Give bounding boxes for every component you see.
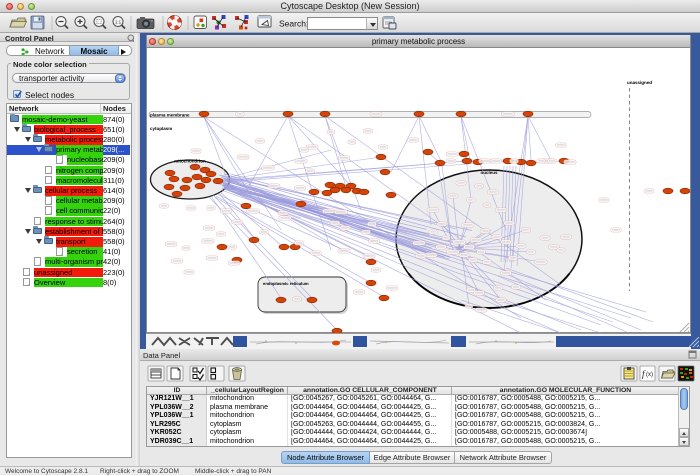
svg-text:Search:: Search: <box>279 19 308 29</box>
svg-text:mitochondrion: mitochondrion <box>174 159 206 164</box>
svg-text:cytoplasm: cytoplasm <box>150 126 172 131</box>
svg-text:unassigned: unassigned <box>627 80 652 85</box>
svg-text:nucleus: nucleus <box>480 170 498 175</box>
svg-text:plasma membrane: plasma membrane <box>150 112 190 117</box>
svg-text:(x): (x) <box>646 372 653 378</box>
svg-text:endoplasmic reticulum: endoplasmic reticulum <box>263 281 309 286</box>
